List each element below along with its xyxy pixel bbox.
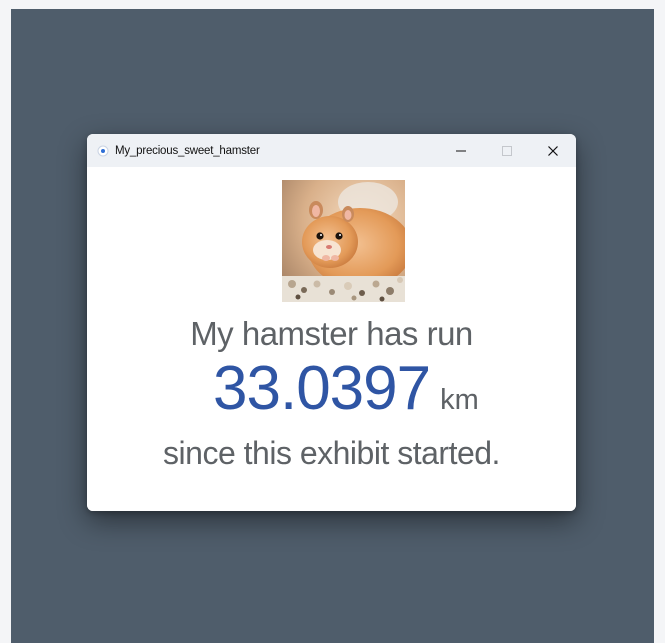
title-bar[interactable]: My_precious_sweet_hamster bbox=[87, 134, 576, 167]
minimize-button[interactable] bbox=[438, 134, 484, 167]
close-button[interactable] bbox=[530, 134, 576, 167]
message-line-1: My hamster has run bbox=[190, 315, 473, 352]
hamster-photo bbox=[282, 180, 405, 302]
distance-value: 33.0397 bbox=[213, 354, 431, 423]
window-content: My hamster has run 33.0397 km since this … bbox=[87, 167, 576, 511]
distance-unit: km bbox=[440, 384, 479, 416]
close-icon bbox=[548, 145, 558, 156]
window-controls bbox=[438, 134, 576, 167]
maximize-icon bbox=[502, 145, 512, 156]
message-line-3: since this exhibit started. bbox=[163, 435, 500, 471]
maximize-button[interactable] bbox=[484, 134, 530, 167]
app-icon bbox=[97, 145, 109, 157]
minimize-icon bbox=[456, 149, 466, 152]
distance-readout: 33.0397 km bbox=[213, 353, 479, 424]
app-window: My_precious_sweet_hamster My hamster has… bbox=[87, 134, 576, 511]
window-title: My_precious_sweet_hamster bbox=[115, 144, 260, 157]
